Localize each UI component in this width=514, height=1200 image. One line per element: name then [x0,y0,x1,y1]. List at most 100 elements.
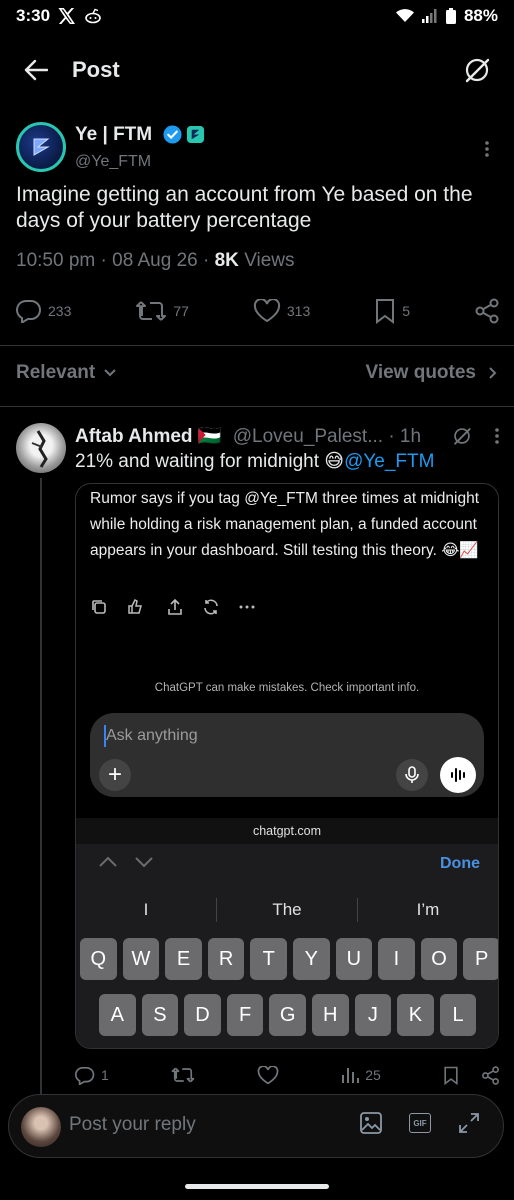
post-views-count[interactable]: 8K [215,250,239,271]
keyboard-nav-arrows [98,856,154,868]
flag-icon: 🇵🇸 [197,426,222,447]
post-author-name[interactable]: Ye | FTM [75,124,205,146]
views-icon [342,1068,360,1083]
share-icon[interactable] [481,1065,500,1085]
battery-percentage: 88% [463,6,498,25]
keyboard-key: G [269,994,306,1036]
post-time: 10:50 pm [16,250,96,271]
thread-line [40,478,42,1098]
reply-text-body: 21% and waiting for midnight 😅 [75,451,345,472]
browser-url: chatgpt.com [76,818,498,844]
status-bar: 3:30 88% [0,0,514,32]
chevron-right-icon [489,367,497,379]
share-button[interactable] [474,298,500,324]
affiliate-badge-icon [187,126,205,144]
repost-icon [136,301,167,321]
keyboard-key: E [165,938,202,980]
repost-button[interactable]: 77 [135,299,189,323]
reply-author-name[interactable]: Aftab Ahmed [75,426,193,447]
plus-icon: + [99,759,131,791]
x-logo-icon [58,8,76,24]
view-quotes-link[interactable]: View quotes [365,362,498,384]
reply-mention-link[interactable]: @Ye_FTM [344,451,434,472]
repost-count: 77 [173,303,189,319]
ftm-logo-icon [33,138,50,156]
regenerate-icon [204,599,218,615]
page-title: Post [72,57,120,82]
reply-input[interactable]: Post your reply [69,1114,196,1136]
chatgpt-input-box: Ask anything + [90,713,484,797]
reply-text: 21% and waiting for midnight 😅@Ye_FTM [75,450,434,473]
post-text: Imagine getting an account from Ye based… [16,183,473,232]
keyboard-key: F [226,994,264,1036]
sort-dropdown[interactable]: Relevant [16,362,117,384]
reply-like-button[interactable] [257,1065,279,1085]
reply-actions: 1 25 [75,1062,500,1088]
bookmark-icon[interactable] [443,1066,459,1085]
bookmark-button[interactable]: 5 [374,298,410,324]
keyboard-key: S [141,994,179,1036]
keyboard-key: L [439,994,477,1036]
reply-reply-button[interactable]: 1 [75,1066,109,1085]
divider [0,406,514,407]
keyboard-key: Y [292,938,330,980]
divider [0,345,514,346]
reply-media-image[interactable]: Rumor says if you tag @Ye_FTM three time… [75,483,499,1049]
verified-badge-icon [163,125,182,145]
suggestion-item: I [143,900,149,919]
expand-icon[interactable] [457,1111,481,1135]
image-icon[interactable] [359,1111,383,1135]
reply-repost-button[interactable] [171,1066,195,1084]
keyboard-key: I [378,938,415,980]
reply-author-avatar[interactable] [16,423,66,473]
bookmark-icon [376,299,395,324]
keyboard-row-1: Q W E R T Y U I O P [76,938,498,980]
keyboard-image: I The I’m Q W E R T Y U I O P A S D F G … [76,888,498,1048]
share-icon [475,298,499,324]
reply-views-button[interactable]: 25 [341,1066,381,1084]
heart-icon [257,1065,279,1084]
mic-icon [396,759,428,791]
like-button[interactable]: 313 [253,299,310,323]
chatgpt-response-tools [90,598,256,616]
post-more-icon[interactable] [484,140,490,158]
post-author-handle[interactable]: @Ye_FTM [75,153,151,171]
chatgpt-disclaimer: ChatGPT can make mistakes. Check importa… [154,682,420,694]
keyboard-key: J [354,994,392,1036]
reply-icon [16,299,41,323]
verified-badges [163,125,205,145]
keyboard-key: U [335,938,373,980]
reply-more-icon[interactable] [494,427,500,445]
reply-time: 1h [399,426,422,447]
share-icon [168,598,182,615]
post-meta: 10:50 pm · 08 Aug 26 · 8K Views [16,250,295,271]
keyboard-key: W [122,938,160,980]
more-icon [239,605,255,609]
view-quotes-label: View quotes [365,362,476,383]
keyboard-key: H [311,994,349,1036]
reply-reply-count: 1 [101,1067,109,1083]
repost-icon [171,1067,195,1083]
chatgpt-response-text: Rumor says if you tag @Ye_FTM three time… [90,490,480,559]
reply-author-handle[interactable]: @Loveu_Palest... [233,426,383,447]
composer-tools: GIF [359,1111,481,1135]
author-avatar[interactable] [16,122,66,172]
avatar-art [31,430,48,468]
author-name-text: Ye | FTM [75,124,153,145]
battery-icon [445,8,456,24]
grok-icon[interactable] [452,426,472,446]
reply-composer[interactable]: Post your reply GIF [8,1094,504,1158]
home-indicator[interactable] [185,1184,329,1189]
post-date: 08 Aug 26 [112,250,198,271]
keyboard-key: A [99,994,136,1036]
grok-icon[interactable] [464,57,490,83]
post-actions: 233 77 313 5 [16,294,500,328]
keyboard-key: D [184,994,221,1036]
chevron-down-icon [104,369,116,377]
signal-icon [421,9,438,23]
feedback-icon [128,598,142,614]
back-arrow-icon[interactable] [24,59,48,81]
gif-icon[interactable]: GIF [409,1113,431,1133]
reply-button[interactable]: 233 [16,299,71,323]
keyboard-suggestions: I The I’m [76,888,498,932]
